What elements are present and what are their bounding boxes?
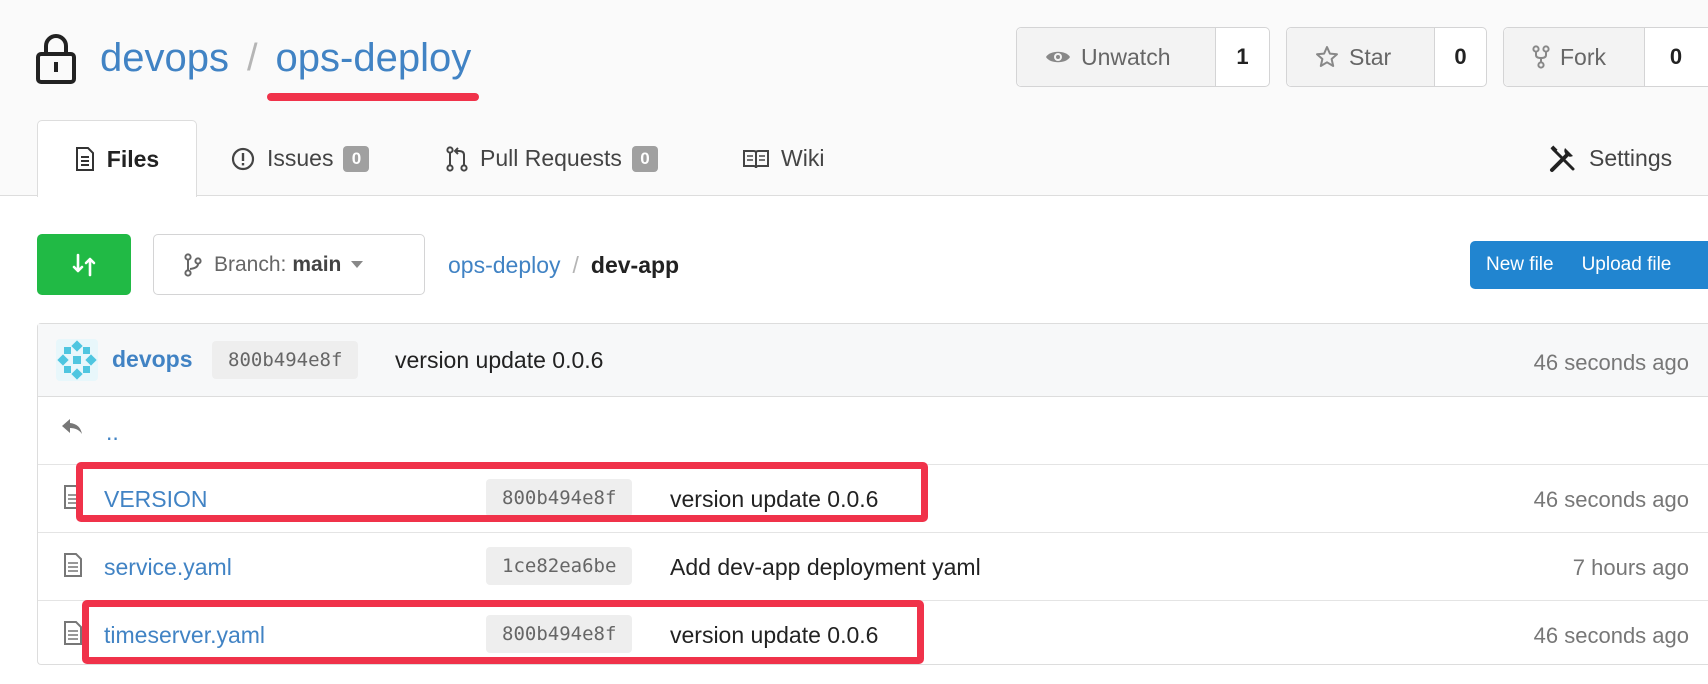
star-icon [1316, 46, 1338, 67]
branch-dropdown[interactable]: Branch: main [153, 234, 425, 295]
unwatch-button[interactable]: Unwatch [1017, 28, 1216, 86]
tab-pull-requests[interactable]: Pull Requests 0 [446, 120, 658, 197]
tools-icon [1550, 144, 1575, 172]
file-commit-sha-link[interactable]: 1ce82ea6be [486, 547, 633, 585]
repo-title: devops / ops-deploy [36, 28, 471, 88]
path-breadcrumb: ops-deploy / dev-app [448, 248, 679, 282]
star-group: Star 0 [1286, 27, 1487, 87]
commit-time: 46 seconds ago [1533, 350, 1689, 375]
pull-requests-count-badge: 0 [631, 145, 658, 172]
tab-files[interactable]: Files [37, 120, 197, 197]
tab-settings[interactable]: Settings [1549, 120, 1672, 197]
tab-files-label: Files [106, 145, 160, 172]
fork-button[interactable]: Fork [1504, 28, 1645, 86]
file-icon [64, 621, 82, 645]
file-name-link[interactable]: service.yaml [104, 554, 232, 581]
path-root-link[interactable]: ops-deploy [448, 252, 561, 279]
file-name-link[interactable]: timeserver.yaml [104, 622, 265, 649]
file-commit-message[interactable]: version update 0.0.6 [670, 486, 878, 513]
caret-down-icon [351, 260, 364, 268]
avatar [56, 339, 98, 381]
parent-directory-link[interactable]: .. [106, 419, 119, 446]
latest-commit-row: devops 800b494e8f version update 0.0.6 4… [38, 324, 1708, 397]
file-table: devops 800b494e8f version update 0.0.6 4… [37, 323, 1708, 665]
star-count[interactable]: 0 [1435, 28, 1486, 86]
file-commit-time: 7 hours ago [1572, 555, 1689, 580]
path-current: dev-app [590, 251, 680, 278]
repo-owner-link[interactable]: devops [100, 36, 229, 81]
repo-name-annotation-underline [267, 93, 479, 101]
file-row-service-yaml: service.yaml 1ce82ea6be Add dev-app depl… [38, 533, 1708, 601]
issue-opened-icon [231, 147, 255, 170]
fork-label: Fork [1560, 43, 1606, 70]
fork-icon [1532, 45, 1550, 69]
file-commit-sha-link[interactable]: 800b494e8f [486, 615, 633, 653]
tab-pull-requests-label: Pull Requests [480, 145, 622, 171]
tab-issues[interactable]: Issues 0 [231, 120, 370, 197]
tab-issues-label: Issues [267, 145, 334, 171]
file-row-timeserver-yaml: timeserver.yaml 800b494e8f version updat… [38, 601, 1708, 669]
file-action-buttons: New file Upload file [1470, 241, 1708, 289]
lock-icon [36, 34, 76, 84]
file-commit-sha-link[interactable]: 800b494e8f [486, 479, 633, 517]
repo-name-link[interactable]: ops-deploy [276, 36, 472, 81]
git-pull-request-icon [446, 145, 468, 172]
branch-value: main [292, 252, 342, 276]
branch-prefix-label: Branch: [214, 252, 287, 276]
file-text-icon [75, 147, 94, 171]
parent-directory-row[interactable]: .. [38, 397, 1708, 465]
file-commit-message[interactable]: version update 0.0.6 [670, 622, 878, 649]
sync-arrows-icon [72, 253, 96, 276]
file-commit-time: 46 seconds ago [1533, 487, 1689, 512]
path-separator: / [572, 251, 579, 278]
tab-settings-label: Settings [1589, 145, 1673, 171]
git-branch-icon [184, 252, 202, 277]
reply-arrow-icon [62, 419, 82, 434]
compare-sync-button[interactable] [37, 234, 131, 295]
tab-wiki[interactable]: Wiki [743, 120, 824, 197]
commit-author-link[interactable]: devops [112, 346, 193, 373]
commit-message: version update 0.0.6 [395, 347, 604, 373]
file-commit-message[interactable]: Add dev-app deployment yaml [670, 554, 981, 581]
new-file-button[interactable]: New file [1470, 254, 1566, 276]
fork-group: Fork 0 [1503, 27, 1708, 87]
book-icon [743, 149, 769, 168]
watch-count[interactable]: 1 [1216, 28, 1269, 86]
repo-separator: / [246, 36, 258, 79]
fork-count[interactable]: 0 [1645, 28, 1707, 86]
star-button[interactable]: Star [1287, 28, 1435, 86]
file-icon [64, 485, 82, 509]
tab-wiki-label: Wiki [781, 145, 825, 171]
eye-icon [1046, 51, 1070, 63]
file-name-link[interactable]: VERSION [104, 486, 208, 513]
issues-count-badge: 0 [343, 145, 370, 172]
file-commit-time: 46 seconds ago [1533, 623, 1689, 648]
file-icon [64, 553, 82, 577]
file-row-version: VERSION 800b494e8f version update 0.0.6 … [38, 465, 1708, 533]
star-label: Star [1349, 43, 1392, 70]
commit-sha-link[interactable]: 800b494e8f [212, 341, 359, 379]
unwatch-label: Unwatch [1081, 43, 1171, 70]
watch-group: Unwatch 1 [1016, 27, 1270, 87]
upload-file-button[interactable]: Upload file [1566, 254, 1684, 276]
